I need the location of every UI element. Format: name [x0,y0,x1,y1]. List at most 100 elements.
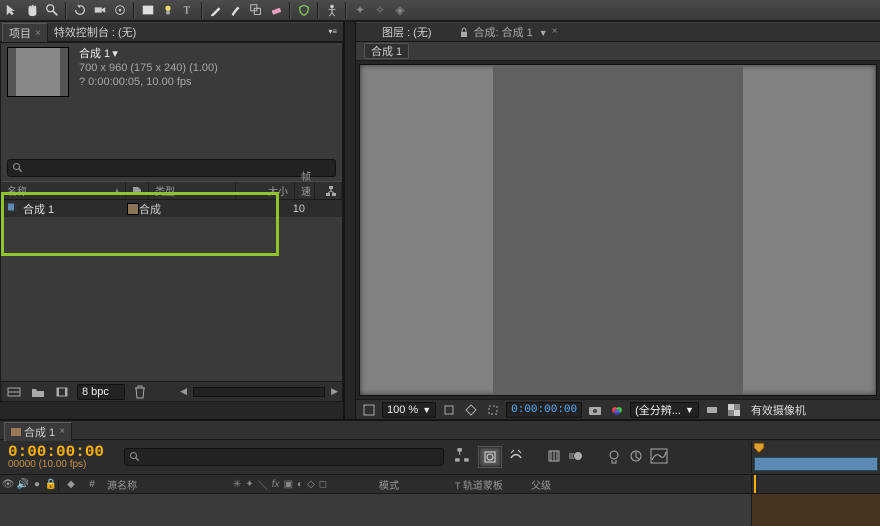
scroll-right-icon[interactable]: ▶ [331,386,338,397]
grid-icon[interactable] [440,402,458,418]
timeline-navigator[interactable] [751,441,880,473]
current-time-display[interactable]: 0:00:00:00 [506,402,582,418]
col-index[interactable]: # [83,479,101,490]
col-fps[interactable]: 帧速率 [295,182,315,199]
puppet-tool[interactable] [323,1,341,19]
pen-tool[interactable] [207,1,225,19]
col-solo-icon[interactable]: ● [30,479,44,490]
axis-local[interactable]: ✦ [351,1,369,19]
composition-canvas[interactable] [493,65,743,396]
composition-viewer[interactable] [359,64,877,396]
col-source-name[interactable]: 源名称 [101,477,227,492]
interpret-footage-icon[interactable] [5,384,23,400]
resolution-dropdown[interactable]: (全分辨...▼ [630,402,699,418]
layer-tab[interactable]: 图层 : (无) [376,23,438,41]
comp-icon [5,201,17,213]
timeline-search-input[interactable] [141,449,439,466]
project-search[interactable] [7,159,336,177]
col-audio-icon[interactable]: 🔊 [16,479,30,490]
camera-dropdown[interactable]: 有效摄像机 [747,402,876,418]
roi-icon[interactable] [484,402,502,418]
auto-keyframe-icon[interactable] [628,448,644,467]
comp-mini-flowchart-icon[interactable] [454,447,472,468]
label-swatch[interactable] [127,203,139,215]
timeline-tab[interactable]: 合成 1 × [4,422,72,441]
close-icon[interactable]: × [35,28,41,39]
frame-blend-icon[interactable] [546,448,562,467]
flowchart-icon[interactable] [315,182,342,199]
bit-depth-button[interactable]: 8 bpc [77,384,125,400]
timeline-search[interactable] [124,448,444,466]
new-comp-icon[interactable] [53,384,71,400]
hide-shy-icon[interactable] [508,448,524,467]
comp-tab-dropdown[interactable]: 合成: 合成 1▼ [474,24,548,40]
panel-menu-icon[interactable]: ▾≡ [328,27,337,36]
graph-editor-icon[interactable] [650,448,668,467]
rotate-tool[interactable] [71,1,89,19]
comp-thumbnail[interactable] [7,47,69,97]
show-channel-icon[interactable] [608,402,626,418]
col-mode[interactable]: 模式 [373,477,449,492]
col-parent[interactable]: 父级 [525,477,611,492]
toolbar-sep [65,2,67,18]
zoom-tool[interactable] [43,1,61,19]
transparency-grid-icon[interactable] [725,402,743,418]
col-eye-icon[interactable]: 👁 [0,479,16,490]
comp-breadcrumb-bar: 合成 1 [356,42,880,61]
col-size[interactable]: 大小 [236,182,295,199]
draft-3d-toggle[interactable] [478,446,502,468]
scroll-left-icon[interactable]: ◀ [180,386,187,397]
project-row[interactable]: 合成 1 合成 10 [1,200,342,217]
selection-tool[interactable] [3,1,21,19]
light-tool[interactable] [159,1,177,19]
comp-icon [11,427,21,437]
col-switches[interactable]: ✳✦＼fx▣◐◇◻ [227,477,373,492]
hand-tool[interactable] [23,1,41,19]
lock-icon[interactable] [458,26,470,38]
timecode[interactable]: 0:00:00:00 [8,445,104,459]
col-name[interactable]: 名称▲ [1,182,126,199]
time-ruler[interactable] [751,475,880,493]
col-label[interactable]: ◆ [58,479,83,490]
brainstorm-icon[interactable] [606,448,622,467]
chevron-down-icon[interactable]: ▾ [112,48,118,60]
cti-marker-icon[interactable] [752,441,766,455]
clone-tool[interactable] [247,1,265,19]
brush-tool[interactable] [227,1,245,19]
axis-world[interactable]: ✧ [371,1,389,19]
panel-gutter[interactable] [345,22,356,419]
close-icon[interactable]: × [552,26,558,37]
fast-preview-icon[interactable] [703,402,721,418]
always-preview-icon[interactable] [360,402,378,418]
search-icon [12,162,24,174]
horiz-scrollbar[interactable] [193,387,325,397]
breadcrumb-item[interactable]: 合成 1 [364,43,409,59]
zoom-dropdown[interactable]: 100 %▼ [382,402,436,418]
toggle-mask-icon[interactable] [462,402,480,418]
col-track-matte[interactable]: T 轨道蒙板 [449,477,525,492]
search-input[interactable] [24,161,331,175]
axis-view[interactable]: ◈ [391,1,409,19]
fx-controls-tab[interactable]: 特效控制台 : (无) [48,23,143,41]
timeline-layer-area[interactable] [0,494,880,526]
col-label[interactable] [126,182,149,199]
roto-tool[interactable] [295,1,313,19]
project-panel: 合成 1▾ 700 x 960 (175 x 240) (1.00) ? 0:0… [0,42,343,402]
work-area-bar[interactable] [754,457,878,471]
camera-tool[interactable] [91,1,109,19]
eraser-tool[interactable] [267,1,285,19]
trash-icon[interactable] [131,384,149,400]
type-tool[interactable]: T [179,1,197,19]
pan-behind-tool[interactable] [111,1,129,19]
col-type[interactable]: 类型 [149,182,236,199]
timeline-track-area[interactable] [751,494,880,526]
motion-blur-icon[interactable] [568,448,584,467]
comp-info: 合成 1▾ 700 x 960 (175 x 240) (1.00) ? 0:0… [79,47,218,89]
col-lock-icon[interactable]: 🔒 [44,479,58,490]
close-icon[interactable]: × [59,426,65,437]
current-time-indicator[interactable] [754,475,756,493]
new-folder-icon[interactable] [29,384,47,400]
project-tab[interactable]: 项目× [2,23,48,42]
rect-tool[interactable] [139,1,157,19]
snapshot-icon[interactable] [586,402,604,418]
